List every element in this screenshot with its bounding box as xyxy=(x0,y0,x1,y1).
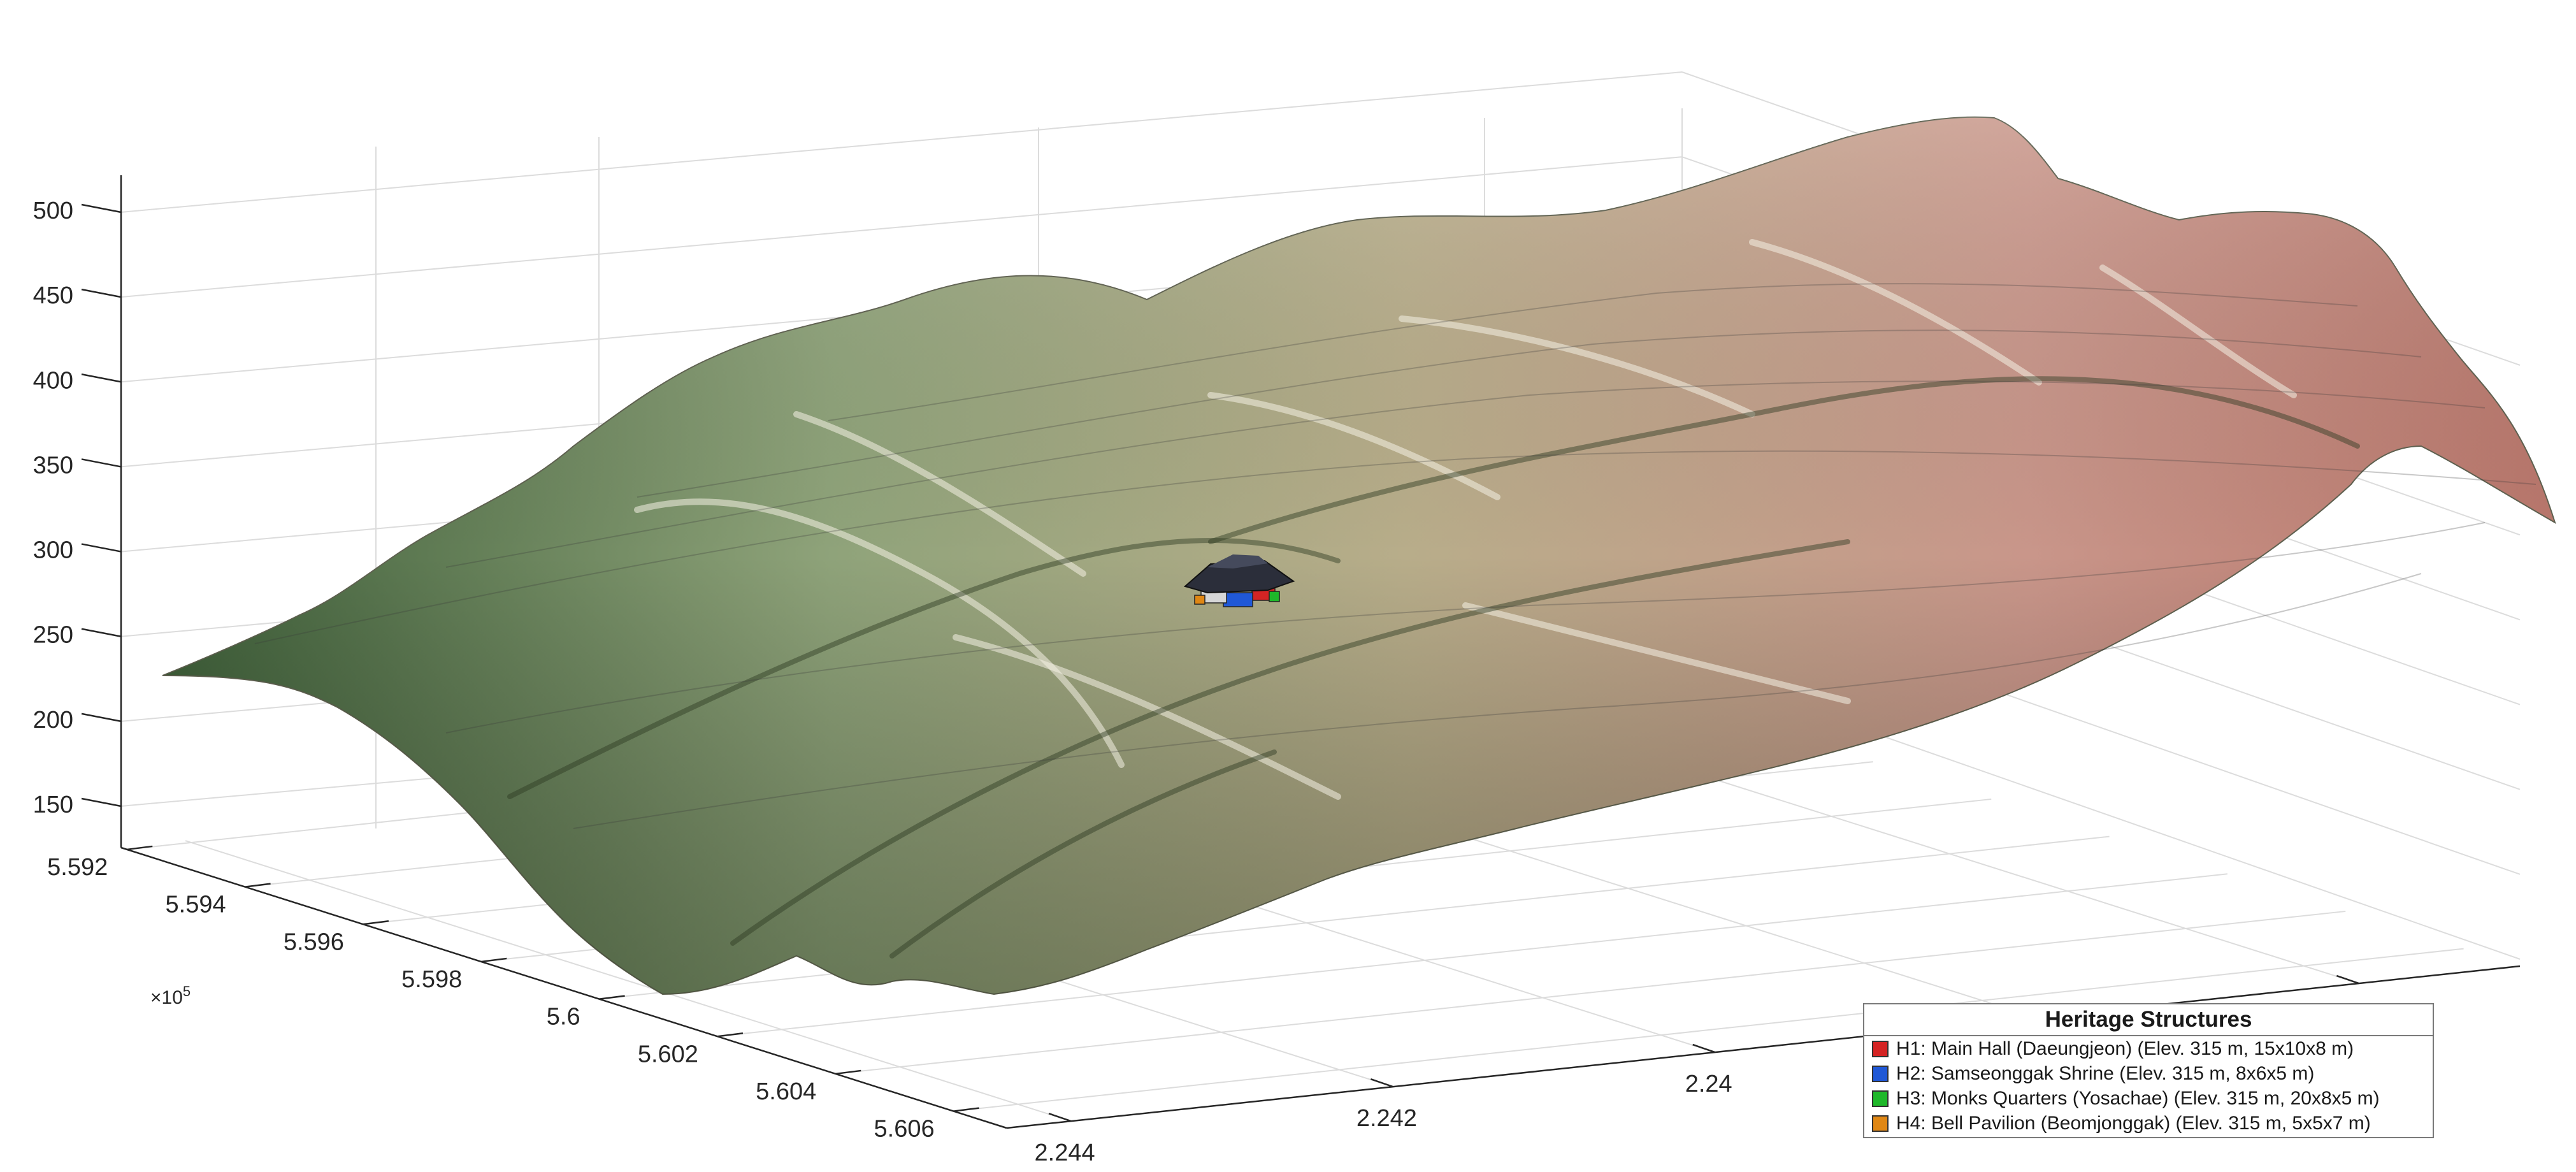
z-grid-line-left xyxy=(120,71,1683,213)
x-tick-mark xyxy=(127,845,153,851)
structure-h3-accent xyxy=(1269,591,1280,602)
z-tick-label: 450 xyxy=(33,282,73,309)
structure-h4 xyxy=(1194,595,1205,605)
x-tick-mark xyxy=(481,957,507,963)
y-tick-label: 2.242 xyxy=(1356,1105,1417,1132)
legend-item-h1: H1: Main Hall (Daeungjeon) (Elev. 315 m,… xyxy=(1864,1036,2433,1061)
y-tick-label: 2.244 xyxy=(1035,1139,1095,1166)
z-tick-group: 150 200 250 300 350 400 450 500 xyxy=(33,198,122,818)
x-tick-label: 5.594 xyxy=(166,892,226,918)
y-tick-mark xyxy=(1048,1113,1072,1122)
x-tick-label: 5.596 xyxy=(284,929,344,955)
z-tick-label: 400 xyxy=(33,367,73,394)
z-tick-label: 150 xyxy=(33,792,73,818)
y-tick-mark xyxy=(1370,1078,1393,1088)
terrain-surface-chart: 150 200 250 300 350 400 450 500 5.592 5.594 5.596… xyxy=(33,71,2556,1166)
legend-label-h4: H4: Bell Pavilion (Beomjonggak) (Elev. 3… xyxy=(1896,1112,2371,1134)
legend-item-h3: H3: Monks Quarters (Yosachae) (Elev. 315… xyxy=(1864,1086,2433,1111)
z-tick-label: 350 xyxy=(33,452,73,479)
x-tick-mark xyxy=(599,995,625,1000)
legend-item-h2: H2: Samseonggak Shrine (Elev. 315 m, 8x6… xyxy=(1864,1061,2433,1086)
z-tick-label: 200 xyxy=(33,707,73,734)
x-tick-label: 5.592 xyxy=(47,854,108,881)
legend-item-h4: H4: Bell Pavilion (Beomjonggak) (Elev. 3… xyxy=(1864,1111,2433,1136)
y-tick-mark xyxy=(1692,1043,1716,1053)
x-tick-label: 5.604 xyxy=(756,1078,816,1105)
legend-swatch-h2 xyxy=(1872,1065,1889,1082)
x-tick-label: 5.606 xyxy=(874,1116,935,1143)
z-tick-mark xyxy=(81,373,122,383)
z-tick-mark xyxy=(81,203,122,213)
x-tick-label: 5.6 xyxy=(547,1004,580,1031)
z-tick-mark xyxy=(81,543,122,553)
terrain-shading xyxy=(162,117,2555,994)
terrain-surface xyxy=(162,116,2556,995)
z-tick-mark xyxy=(81,288,122,298)
legend-swatch-h1 xyxy=(1872,1040,1889,1057)
x-tick-label: 5.598 xyxy=(401,966,462,993)
legend-title: Heritage Structures xyxy=(1864,1004,2433,1036)
x-tick-mark xyxy=(953,1107,979,1112)
x-tick-mark xyxy=(717,1032,744,1038)
legend: Heritage Structures H1: Main Hall (Daeun… xyxy=(1863,1003,2434,1138)
z-tick-label: 500 xyxy=(33,198,73,224)
z-tick-label: 300 xyxy=(33,537,73,564)
z-tick-mark xyxy=(81,458,122,468)
legend-label-h2: H2: Samseonggak Shrine (Elev. 315 m, 8x6… xyxy=(1896,1062,2315,1084)
legend-swatch-h3 xyxy=(1872,1090,1889,1107)
x-tick-mark xyxy=(835,1069,861,1075)
legend-swatch-h4 xyxy=(1872,1115,1889,1132)
y-tick-mark xyxy=(2336,974,2359,985)
x-tick-mark xyxy=(245,883,271,888)
z-tick-mark xyxy=(81,713,122,723)
legend-label-h3: H3: Monks Quarters (Yosachae) (Elev. 315… xyxy=(1896,1087,2380,1109)
y-tick-label: 2.24 xyxy=(1685,1071,1732,1097)
z-tick-mark xyxy=(81,628,122,637)
z-tick-label: 250 xyxy=(33,622,73,649)
x-axis-multiplier: ×105 xyxy=(150,983,191,1008)
z-tick-mark xyxy=(81,797,122,807)
x-tick-mark xyxy=(363,920,389,925)
x-tick-label: 5.602 xyxy=(638,1041,698,1067)
legend-label-h1: H1: Main Hall (Daeungjeon) (Elev. 315 m,… xyxy=(1896,1038,2354,1059)
structure-h2 xyxy=(1223,592,1253,607)
